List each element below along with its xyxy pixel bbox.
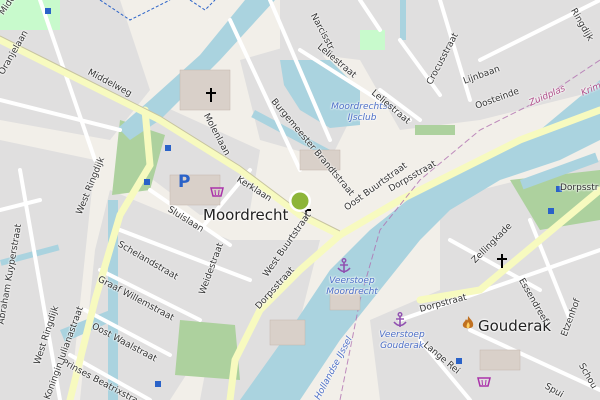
street-label-dorpsstr-right: Dorpsstr: [560, 183, 599, 193]
shop-basket-icon[interactable]: [477, 376, 491, 388]
bus-stop-icon[interactable]: [155, 381, 161, 387]
bus-stop-icon[interactable]: [548, 208, 554, 214]
bus-stop-icon[interactable]: [165, 145, 171, 151]
shop-basket-icon[interactable]: [210, 186, 224, 198]
bus-stop-icon[interactable]: [144, 179, 150, 185]
bus-stop-icon[interactable]: [456, 358, 462, 364]
anchor-icon[interactable]: [393, 312, 407, 328]
map-canvas[interactable]: P Moordrecht Gouderak Moordrechtse IJscl…: [0, 0, 600, 400]
bus-stop-icon[interactable]: [45, 8, 51, 14]
parking-icon[interactable]: P: [178, 173, 194, 191]
water-label-veerstoep-moordrecht: Veerstoep Moordrecht: [326, 276, 378, 297]
church-icon[interactable]: [206, 88, 216, 102]
place-label-moordrecht[interactable]: Moordrecht: [203, 208, 288, 223]
church-icon[interactable]: [497, 254, 507, 268]
fire-icon[interactable]: [462, 316, 474, 330]
location-marker-icon[interactable]: [288, 189, 312, 213]
anchor-icon[interactable]: [337, 258, 351, 274]
